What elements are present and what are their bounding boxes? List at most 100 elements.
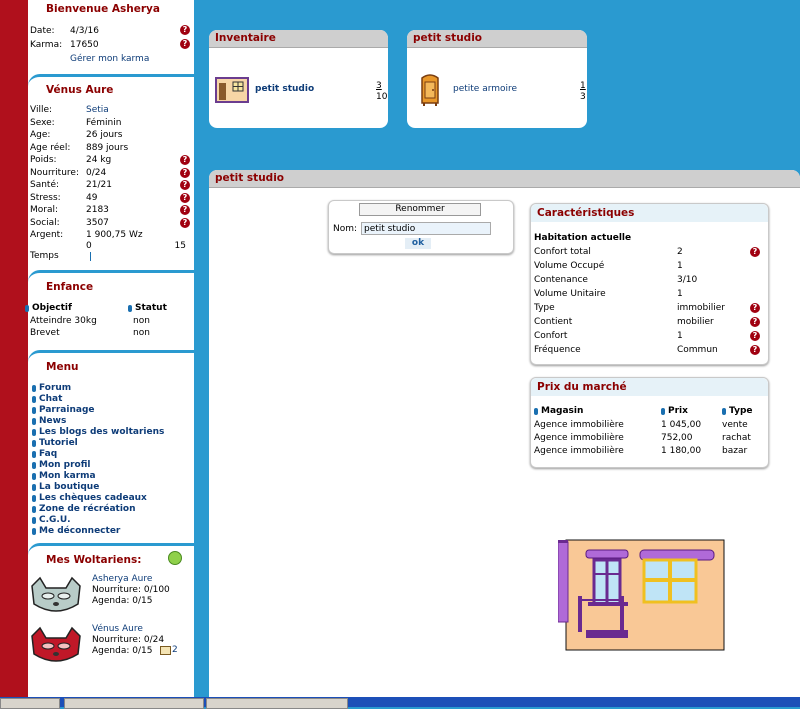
help-icon[interactable]: ? bbox=[750, 317, 760, 327]
stat-label: Argent: bbox=[30, 230, 64, 240]
characteristic-label: Confort bbox=[534, 331, 568, 341]
stat-label: Nourriture: bbox=[30, 167, 79, 178]
wardrobe-icon[interactable] bbox=[419, 72, 441, 106]
inventory-title: Inventaire bbox=[209, 30, 388, 48]
woltarien-entry[interactable]: Asherya Aure Nourriture: 0/100 Agenda: 0/1… bbox=[28, 574, 194, 618]
stat-row: Stress: 49? bbox=[28, 192, 194, 205]
help-icon[interactable]: ? bbox=[180, 217, 190, 228]
characteristic-value: 1 bbox=[677, 261, 683, 271]
stat-row: Santé: 21/21? bbox=[28, 179, 194, 192]
woltarien-entry[interactable]: Vénus Aure Nourriture: 0/24 Agenda: 0/15 2 bbox=[28, 624, 194, 668]
studio-item-name[interactable]: petite armoire bbox=[453, 84, 517, 94]
menu-item[interactable]: Me déconnecter bbox=[28, 526, 194, 537]
childhood-box: Enfance Objectif Statut Atteindre 30kg no… bbox=[25, 269, 194, 340]
karma-label: Karma: bbox=[30, 40, 63, 50]
stat-row: Social: 3507? bbox=[28, 217, 194, 230]
characteristic-label: Confort total bbox=[534, 247, 591, 257]
characteristic-value: immobilier bbox=[677, 303, 725, 313]
market-col-price: Prix bbox=[661, 406, 688, 416]
woltarien-avatar[interactable] bbox=[26, 626, 86, 666]
menu-item[interactable]: Tutoriel bbox=[28, 438, 194, 449]
rename-box: Renommer Nom: ok bbox=[328, 200, 514, 254]
menu-item[interactable]: Faq bbox=[28, 449, 194, 460]
stat-value[interactable]: Setia bbox=[86, 104, 194, 117]
menu-item[interactable]: Les chèques cadeaux bbox=[28, 493, 194, 504]
characteristic-value: 1 bbox=[677, 289, 683, 299]
welcome-box: Bienvenue Asherya Date: 4/3/16 ? Karma: … bbox=[28, 0, 194, 66]
inventory-item-name[interactable]: petit studio bbox=[255, 84, 314, 94]
help-icon[interactable]: ? bbox=[180, 39, 190, 49]
stat-value: 26 jours bbox=[86, 130, 123, 140]
characteristics-title: Caractéristiques bbox=[531, 204, 768, 222]
status-cell: non bbox=[133, 315, 150, 326]
woltariens-box: Mes Woltariens: Asherya Aure Nourriture: … bbox=[28, 542, 194, 668]
bullet-icon bbox=[32, 461, 36, 469]
taskbar-button-1[interactable] bbox=[0, 698, 60, 709]
help-icon[interactable]: ? bbox=[180, 155, 190, 165]
menu-item-label: La boutique bbox=[39, 481, 100, 492]
characteristic-row: Confort total 2? bbox=[534, 246, 762, 259]
menu-item-label: News bbox=[39, 415, 67, 426]
rename-button[interactable]: Renommer bbox=[359, 203, 481, 216]
mail-count[interactable]: 2 bbox=[172, 645, 178, 655]
menu-item[interactable]: Parrainage bbox=[28, 405, 194, 416]
characteristic-label: Volume Occupé bbox=[534, 261, 605, 271]
woltarien-name[interactable]: Vénus Aure bbox=[92, 624, 143, 634]
woltarien-avatar[interactable] bbox=[26, 576, 86, 616]
taskbar-button-3[interactable] bbox=[206, 698, 348, 709]
help-icon[interactable]: ? bbox=[750, 303, 760, 313]
stat-label: Age réel: bbox=[30, 142, 71, 153]
woltarien-name[interactable]: Asherya Aure bbox=[92, 574, 152, 584]
name-input[interactable] bbox=[361, 222, 491, 235]
help-icon[interactable]: ? bbox=[750, 247, 760, 257]
menu-item-label: Chat bbox=[39, 393, 63, 404]
studio-icon[interactable] bbox=[215, 77, 249, 103]
inventory-count-bottom: 10 bbox=[376, 92, 388, 102]
stat-row: Poids: 24 kg? bbox=[28, 154, 194, 167]
characteristic-row: Confort 1? bbox=[534, 330, 762, 343]
help-icon[interactable]: ? bbox=[750, 331, 760, 341]
stat-row: Nourriture: 0/24? bbox=[28, 167, 194, 180]
ok-button[interactable]: ok bbox=[405, 238, 431, 249]
stat-row: Age réel: 889 jours bbox=[28, 142, 194, 155]
add-woltarien-icon[interactable] bbox=[168, 550, 182, 565]
stat-value: 3507 bbox=[86, 217, 109, 228]
bullet-icon bbox=[32, 417, 36, 425]
stat-label: Social: bbox=[30, 217, 60, 228]
market-price: 1 045,00 bbox=[661, 420, 702, 430]
market-row: Agence immobilière 1 180,00 bazar bbox=[534, 445, 762, 458]
studio-illustration bbox=[558, 539, 725, 651]
time-gauge: 0 15 bbox=[86, 241, 194, 264]
menu-item[interactable]: Mon profil bbox=[28, 460, 194, 471]
characteristic-row: Contenance 3/10 bbox=[534, 274, 762, 287]
menu-box: Menu Forum Chat Parrainage News Les blogs de… bbox=[28, 349, 194, 537]
menu-item[interactable]: Zone de récréation bbox=[28, 504, 194, 515]
menu-item[interactable]: C.G.U. bbox=[28, 515, 194, 526]
help-icon[interactable]: ? bbox=[750, 345, 760, 355]
characteristics-subtitle: Habitation actuelle bbox=[534, 233, 632, 243]
help-icon[interactable]: ? bbox=[180, 167, 190, 178]
help-icon[interactable]: ? bbox=[180, 205, 190, 215]
menu-item[interactable]: News bbox=[28, 416, 194, 427]
market-price: 1 180,00 bbox=[661, 446, 702, 456]
childhood-header: Objectif Statut bbox=[25, 302, 194, 315]
menu-item[interactable]: La boutique bbox=[28, 482, 194, 493]
mail-icon[interactable] bbox=[160, 645, 171, 655]
studio-contents-panel: petit studio petite armoire 1 3 bbox=[407, 30, 587, 128]
karma-row: Karma: 17650 ? bbox=[28, 38, 194, 52]
help-icon[interactable]: ? bbox=[180, 25, 190, 35]
menu-item[interactable]: Forum bbox=[28, 383, 194, 394]
help-icon[interactable]: ? bbox=[180, 192, 190, 203]
menu-item[interactable]: Mon karma bbox=[28, 471, 194, 482]
help-icon[interactable]: ? bbox=[180, 180, 190, 190]
menu-item[interactable]: Les blogs des woltariens bbox=[28, 427, 194, 438]
characteristics-box: Caractéristiques Habitation actuelle Con… bbox=[530, 203, 769, 365]
taskbar-button-2[interactable] bbox=[64, 698, 204, 709]
manage-karma-link[interactable]: Gérer mon karma bbox=[28, 52, 194, 66]
date-row: Date: 4/3/16 ? bbox=[28, 24, 194, 38]
stat-value: 49 bbox=[86, 192, 98, 203]
objective-cell: Brevet bbox=[30, 328, 60, 338]
menu-item[interactable]: Chat bbox=[28, 394, 194, 405]
studio-count-top: 1 bbox=[580, 81, 586, 91]
date-value: 4/3/16 bbox=[70, 26, 99, 36]
